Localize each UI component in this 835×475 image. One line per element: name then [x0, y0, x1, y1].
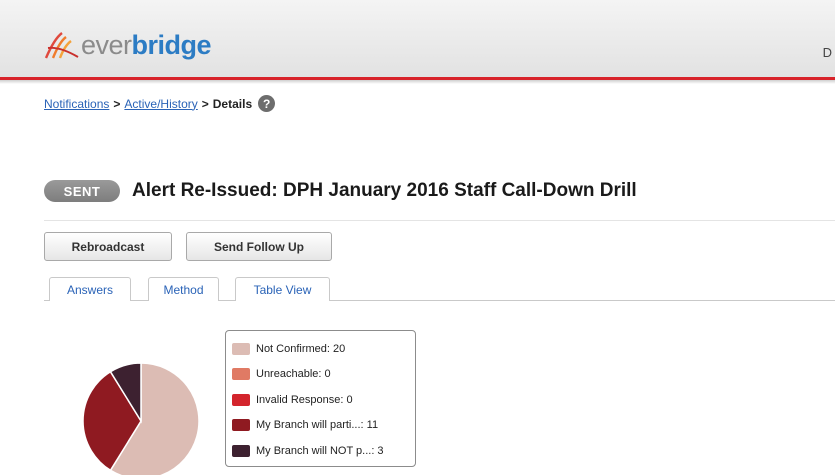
- legend-label: Not Confirmed: 20: [256, 342, 346, 355]
- legend-swatch: [232, 342, 250, 355]
- header-user-menu[interactable]: D: [823, 45, 832, 60]
- legend-label: Unreachable: 0: [256, 368, 331, 381]
- everbridge-logo-icon: [44, 32, 79, 59]
- status-badge: SENT: [44, 180, 120, 202]
- results-tabs: Answers Method Table View: [44, 277, 835, 301]
- tab-method[interactable]: Method: [148, 277, 219, 301]
- everbridge-logo[interactable]: everbridge: [44, 28, 212, 62]
- chart-legend: Not Confirmed: 20 Unreachable: 0 Invalid…: [225, 330, 416, 467]
- tab-answers[interactable]: Answers: [49, 277, 131, 301]
- legend-item-not-confirmed[interactable]: Not Confirmed: 20: [232, 336, 415, 362]
- legend-item-invalid-response[interactable]: Invalid Response: 0: [232, 387, 415, 413]
- breadcrumb-current: Details: [212, 96, 253, 111]
- legend-label: My Branch will NOT p...: 3: [256, 444, 384, 457]
- breadcrumb-active-history-link[interactable]: Active/History: [124, 97, 197, 111]
- breadcrumb-separator: >: [201, 96, 209, 111]
- legend-swatch: [232, 368, 250, 381]
- breadcrumb: Notifications > Active/History > Details…: [44, 95, 276, 112]
- page-title: Alert Re-Issued: DPH January 2016 Staff …: [132, 180, 637, 201]
- pie-svg: [82, 362, 200, 475]
- logo-text: everbridge: [81, 29, 212, 60]
- legend-swatch: [232, 419, 250, 432]
- header-shadow: [0, 80, 835, 84]
- title-divider: [44, 220, 835, 221]
- tab-table-view[interactable]: Table View: [235, 277, 330, 301]
- legend-item-branch-will-not-participate[interactable]: My Branch will NOT p...: 3: [232, 438, 415, 464]
- rebroadcast-button[interactable]: Rebroadcast: [44, 232, 172, 261]
- breadcrumb-notifications-link[interactable]: Notifications: [44, 97, 109, 111]
- app-header: everbridge D: [0, 0, 835, 80]
- answers-pie-chart: [75, 350, 205, 475]
- legend-item-branch-will-participate[interactable]: My Branch will parti...: 11: [232, 413, 415, 439]
- breadcrumb-separator: >: [113, 96, 121, 111]
- help-icon[interactable]: ?: [258, 95, 276, 112]
- legend-label: Invalid Response: 0: [256, 393, 353, 406]
- legend-swatch: [232, 444, 250, 457]
- legend-swatch: [232, 393, 250, 406]
- notification-title-row: SENT Alert Re-Issued: DPH January 2016 S…: [44, 180, 637, 202]
- legend-label: My Branch will parti...: 11: [256, 419, 379, 432]
- legend-item-unreachable[interactable]: Unreachable: 0: [232, 362, 415, 388]
- send-follow-up-button[interactable]: Send Follow Up: [186, 232, 332, 261]
